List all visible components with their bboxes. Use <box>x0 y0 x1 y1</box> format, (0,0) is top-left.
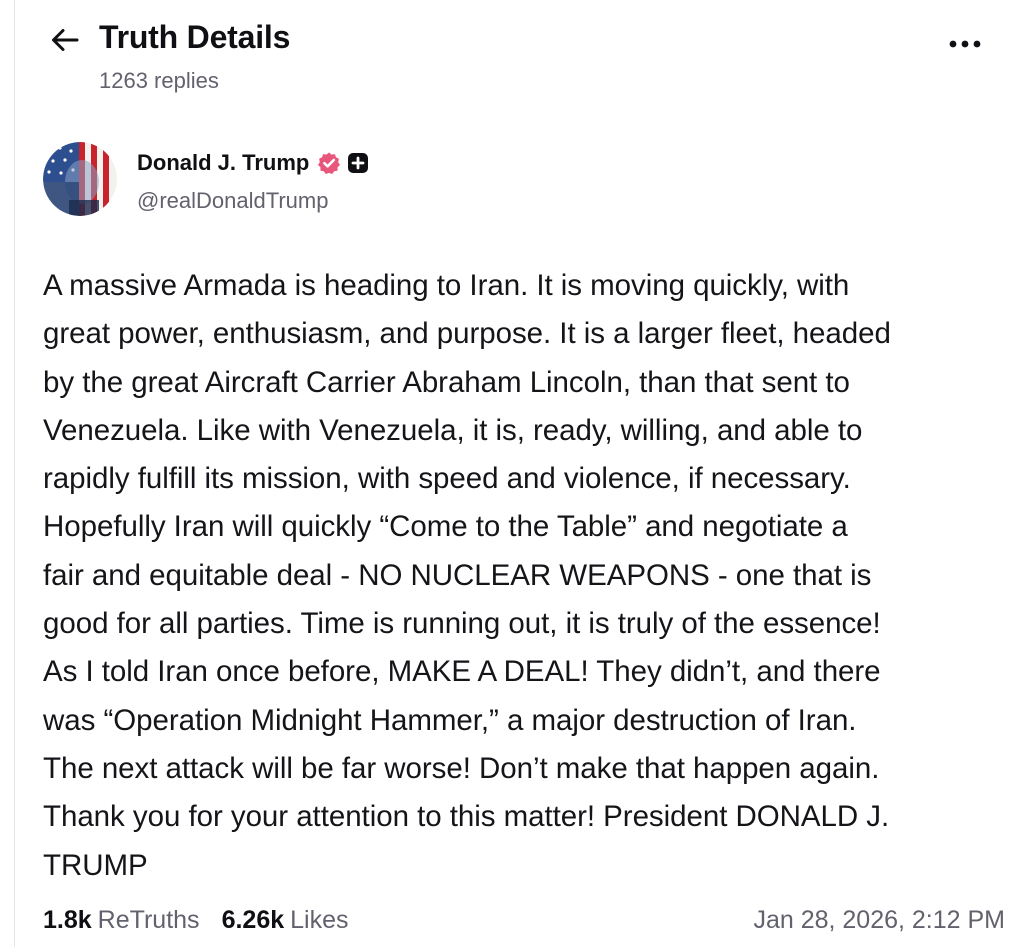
reply-count: 1263 replies <box>99 68 219 93</box>
post-text: A massive Armada is heading to Iran. It … <box>43 262 1018 890</box>
post-text-line: by the great Aircraft Carrier Abraham Li… <box>43 365 850 399</box>
post-stats: 1.8k ReTruths 6.26k Likes <box>43 902 349 938</box>
post-text-line: was “Operation Midnight Hammer,” a major… <box>43 703 857 737</box>
post-text-line: Venezuela. Like with Venezuela, it is, r… <box>43 413 863 447</box>
post-text-line: great power, enthusiasm, and purpose. It… <box>43 317 891 351</box>
author-name[interactable]: Donald J. Trump <box>137 150 309 176</box>
plus-badge-icon <box>348 153 369 173</box>
likes-stat[interactable]: 6.26k Likes <box>222 906 349 935</box>
page-title: Truth Details <box>99 19 291 55</box>
post-timestamp: Jan 28, 2026, 2:12 PM <box>753 906 1005 934</box>
post-text-line: good for all parties. Time is running ou… <box>43 607 881 641</box>
likes-count: 6.26k <box>221 905 285 934</box>
retruths-label: ReTruths <box>97 905 200 934</box>
back-button[interactable] <box>47 22 83 58</box>
retruths-count: 1.8k <box>43 905 92 934</box>
author-avatar[interactable] <box>43 142 117 216</box>
more-options-button[interactable] <box>941 30 989 58</box>
truth-details-page: Truth Details 1263 replies Donald J. Tru… <box>14 0 1024 947</box>
likes-label: Likes <box>290 905 349 934</box>
post-text-line: fair and equitable deal - NO NUCLEAR WEA… <box>43 558 872 592</box>
post-text-line: rapidly fulfill its mission, with speed … <box>43 462 851 496</box>
post-text-line: Thank you for your attention to this mat… <box>43 800 890 834</box>
post-text-line: As I told Iran once before, MAKE A DEAL!… <box>43 655 881 689</box>
post-text-line: The next attack will be far worse! Don’t… <box>43 751 880 785</box>
avatar-image <box>43 142 117 216</box>
arrow-left-icon <box>52 29 79 51</box>
page-header: Truth Details 1263 replies <box>15 0 1024 110</box>
author-name-row: Donald J. Trump <box>137 148 369 178</box>
post-text-line: A massive Armada is heading to Iran. It … <box>43 269 850 302</box>
post-text-line: TRUMP <box>43 848 148 882</box>
author-handle[interactable]: @realDonaldTrump <box>137 188 328 214</box>
more-horizontal-icon <box>949 40 981 48</box>
retruths-stat[interactable]: 1.8k ReTruths <box>43 906 200 935</box>
post-text-line: Hopefully Iran will quickly “Come to the… <box>43 510 848 544</box>
verified-badge-icon <box>318 152 341 174</box>
